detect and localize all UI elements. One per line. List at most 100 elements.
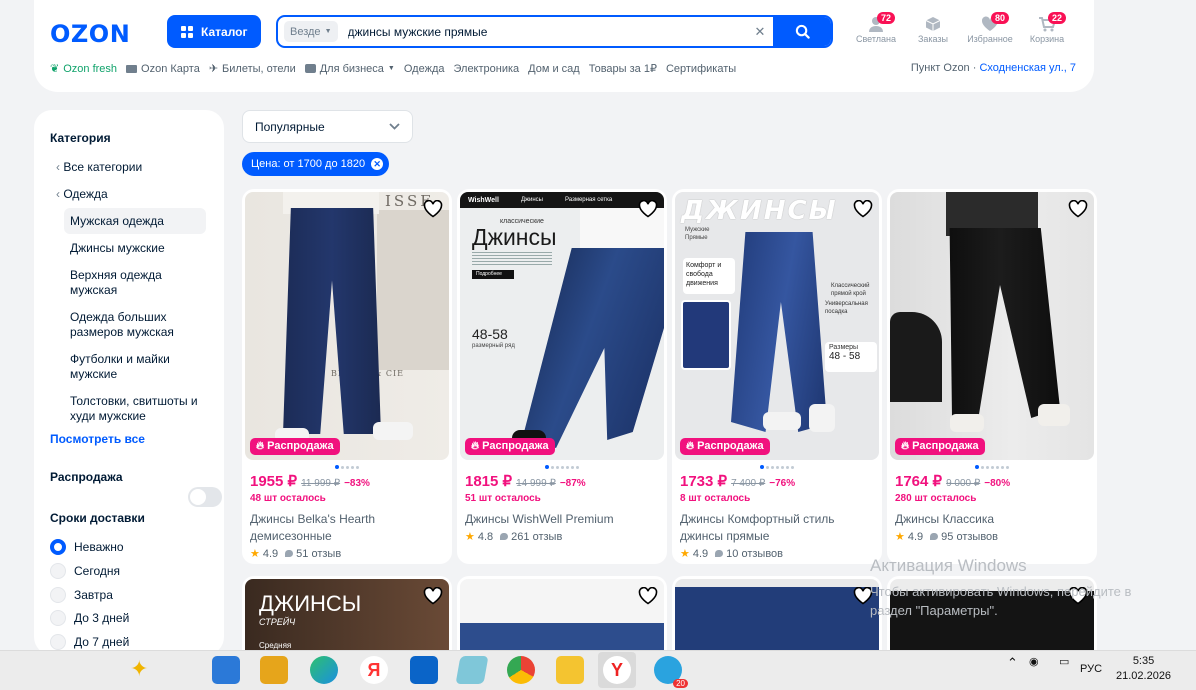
product-image[interactable]: WishWell Джинсы Размерная сетка классиче… — [460, 192, 664, 460]
banner-title: ДЖИНСЫ — [259, 591, 362, 616]
product-title[interactable]: Джинсы Классика — [895, 511, 1094, 528]
reviews-count[interactable]: 95 отзывов — [941, 531, 998, 543]
battery-icon[interactable]: ▭ — [1059, 655, 1069, 668]
chrome-icon[interactable] — [507, 656, 535, 684]
delivery-any[interactable]: Неважно — [50, 539, 124, 555]
delivery-title: Сроки доставки — [50, 511, 145, 525]
heart-icon[interactable] — [1068, 200, 1088, 218]
nav-electronics[interactable]: Электроника — [453, 62, 519, 75]
product-image[interactable] — [460, 579, 664, 659]
price-filter-chip[interactable]: Цена: от 1700 до 1820 ✕ — [242, 152, 390, 176]
banner-comfort: Комфорт и свобода движения — [683, 258, 735, 294]
copilot-sparkle-icon[interactable]: ✦ — [130, 656, 148, 682]
network-icon[interactable]: ◉ — [1029, 655, 1039, 668]
nav-clothes[interactable]: Одежда — [404, 62, 445, 75]
nav-certificates[interactable]: Сертификаты — [666, 62, 736, 75]
product-image[interactable]: 🔥︎ Распродажа — [890, 192, 1094, 460]
delivery-7days[interactable]: До 7 дней — [50, 634, 129, 650]
search-scope-select[interactable]: Везде ▼ — [284, 21, 338, 42]
system-clock[interactable]: 5:35 21.02.2026 — [1116, 654, 1171, 684]
product-image[interactable]: ISSE BERG N & CIE 🔥︎ Распродажа — [245, 192, 449, 460]
banner-universal: Универсальная посадка — [825, 301, 868, 315]
header-orders[interactable]: Заказы — [908, 14, 958, 44]
delivery-today[interactable]: Сегодня — [50, 563, 120, 579]
reviews-count[interactable]: 51 отзыв — [296, 548, 341, 560]
sale-badge: 🔥︎ Распродажа — [680, 438, 770, 455]
nav-one-ruble[interactable]: Товары за 1₽ — [589, 62, 657, 75]
grid-icon — [181, 25, 193, 38]
product-card[interactable]: WishWell Джинсы Размерная сетка классиче… — [457, 189, 667, 564]
header-cart[interactable]: 22 Корзина — [1022, 12, 1072, 44]
product-card[interactable]: ISSE BERG N & CIE 🔥︎ Распродажа 1955 ₽ 1… — [242, 189, 452, 564]
banner-sizes: 48 - 58 — [829, 351, 861, 362]
price-row: 1955 ₽ 11 999 ₽ −83% — [250, 472, 449, 490]
rating-row: ★ 4.9 10 отзывов — [680, 547, 879, 561]
notes-icon[interactable] — [455, 656, 489, 684]
outlook-icon[interactable] — [410, 656, 438, 684]
category-tshirts[interactable]: Футболки и майки мужские — [70, 352, 200, 382]
product-title[interactable]: Джинсы Belka's Hearth демисезонные — [250, 511, 449, 545]
top-nav: ❦ Ozon fresh Ozon Карта ✈ Билеты, отели Дл… — [50, 62, 745, 76]
product-image[interactable]: ДЖИНСЫ СТРЕЙЧ Средняя — [245, 579, 449, 659]
media-player-icon[interactable] — [212, 656, 240, 684]
yandex-browser-icon[interactable]: Y — [603, 656, 631, 684]
comment-icon — [500, 533, 509, 540]
header-favorites[interactable]: 80 Избранное — [965, 12, 1015, 44]
clear-icon[interactable]: ✕ — [747, 24, 773, 40]
product-image[interactable]: ДЖИНСЫ Мужские Прямые Комфорт и свобода … — [675, 192, 879, 460]
nav-tickets[interactable]: ✈ Билеты, отели — [209, 62, 296, 76]
nav-ozon-fresh[interactable]: ❦ Ozon fresh — [50, 62, 117, 76]
reviews-count[interactable]: 10 отзывов — [726, 548, 783, 560]
sale-toggle[interactable] — [188, 487, 222, 507]
close-icon[interactable]: ✕ — [371, 158, 384, 170]
category-jeans[interactable]: Джинсы мужские — [70, 241, 165, 256]
cart-badge: 22 — [1048, 12, 1067, 24]
comment-icon — [285, 550, 294, 557]
file-explorer-icon[interactable] — [556, 656, 584, 684]
product-image[interactable] — [675, 579, 879, 659]
nav-business[interactable]: Для бизнеса ▼ — [304, 62, 395, 75]
image-pager — [675, 462, 879, 469]
header-profile[interactable]: 72 Светлана — [851, 12, 901, 44]
category-mens[interactable]: Мужская одежда — [64, 208, 206, 234]
delivery-tomorrow[interactable]: Завтра — [50, 587, 113, 603]
heart-icon[interactable] — [638, 587, 658, 605]
favorites-badge: 80 — [991, 12, 1010, 24]
product-card[interactable]: ДЖИНСЫ СТРЕЙЧ Средняя — [242, 576, 452, 659]
heart-icon[interactable] — [853, 200, 873, 218]
reviews-count[interactable]: 261 отзыв — [511, 531, 562, 543]
catalog-button[interactable]: Каталог — [167, 15, 261, 48]
product-card[interactable] — [457, 576, 667, 659]
telegram-icon[interactable]: 20 — [654, 656, 688, 688]
product-card[interactable]: ДЖИНСЫ Мужские Прямые Комфорт и свобода … — [672, 189, 882, 564]
heart-icon[interactable] — [638, 200, 658, 218]
price-old: 14 999 ₽ — [516, 478, 556, 489]
category-outerwear[interactable]: Верхняя одежда мужская — [70, 268, 200, 298]
edge-icon[interactable] — [310, 656, 338, 684]
product-title[interactable]: Джинсы Комфортный стиль джинсы прямые — [680, 511, 879, 545]
category-plus-size[interactable]: Одежда больших размеров мужская — [70, 310, 200, 340]
yandex-icon[interactable]: Я — [360, 656, 388, 684]
price-old: 9 000 ₽ — [946, 478, 981, 489]
category-clothes[interactable]: ‹ Одежда — [56, 187, 108, 202]
language-indicator[interactable]: РУС — [1080, 663, 1102, 675]
nav-ozon-card[interactable]: Ozon Карта — [126, 62, 200, 75]
sort-select[interactable]: Популярные — [242, 110, 413, 143]
heart-icon[interactable] — [423, 587, 443, 605]
category-hoodies[interactable]: Толстовки, свитшоты и худи мужские — [70, 394, 210, 424]
store-icon[interactable] — [260, 656, 288, 684]
product-card[interactable]: 🔥︎ Распродажа 1764 ₽ 9 000 ₽ −80% 280 шт… — [887, 189, 1097, 564]
pickup-point[interactable]: Пункт Ozon · Сходненская ул., 7 — [911, 62, 1076, 74]
heart-icon[interactable] — [423, 200, 443, 218]
category-all[interactable]: ‹ Все категории — [56, 160, 142, 175]
nav-home-garden[interactable]: Дом и сад — [528, 62, 580, 75]
product-title[interactable]: Джинсы WishWell Premium — [465, 511, 664, 528]
ozon-logo[interactable]: OZON — [50, 20, 130, 48]
chevron-up-icon[interactable]: ⌃ — [1007, 655, 1018, 671]
product-card[interactable] — [672, 576, 882, 659]
stock-left: 51 шт осталось — [465, 493, 541, 504]
see-all-link[interactable]: Посмотреть все — [50, 432, 145, 446]
search-input[interactable] — [337, 24, 747, 39]
delivery-3days[interactable]: До 3 дней — [50, 610, 129, 626]
search-button[interactable] — [773, 17, 831, 46]
